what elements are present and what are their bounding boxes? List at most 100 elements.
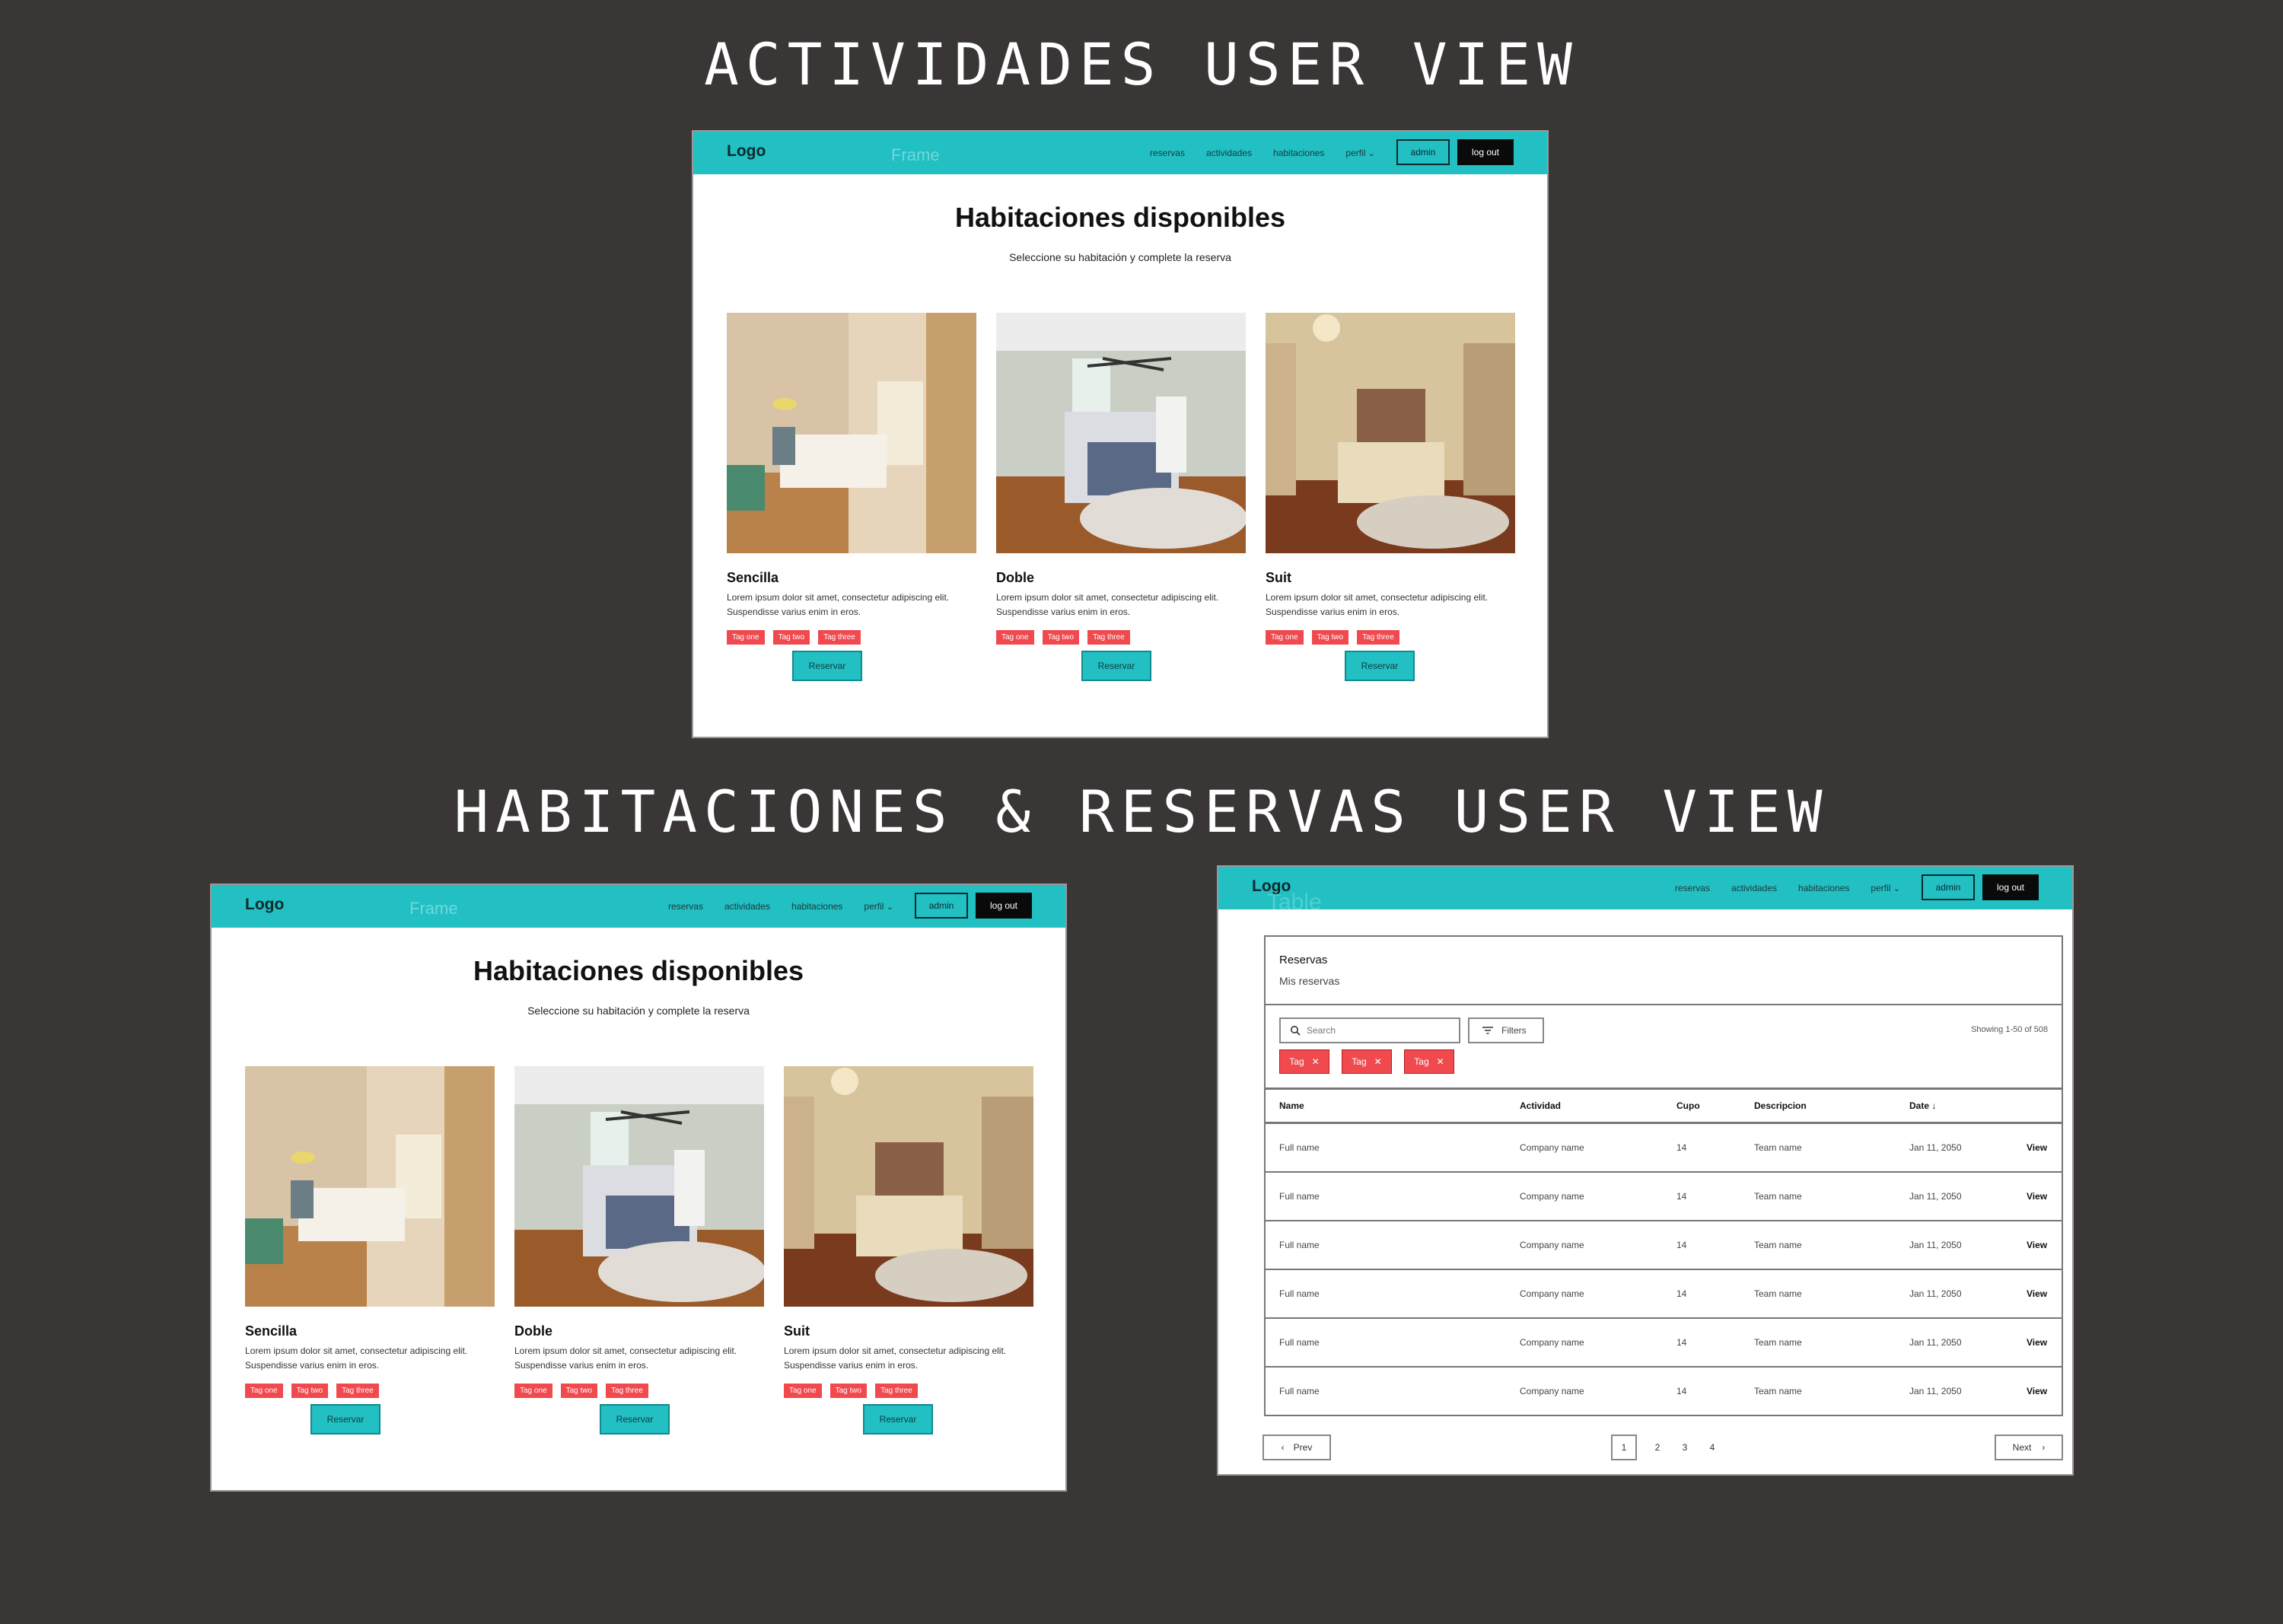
view-link[interactable]: View xyxy=(2027,1288,2047,1299)
room-tags: Tag one Tag two Tag three xyxy=(1266,630,1515,645)
tag: Tag two xyxy=(291,1384,329,1398)
close-icon[interactable]: ✕ xyxy=(1312,1056,1320,1067)
page-1[interactable]: 1 xyxy=(1611,1435,1637,1460)
logout-button[interactable]: log out xyxy=(1457,139,1514,165)
cell-actividad: Company name xyxy=(1520,1288,1584,1299)
room-description-line: Lorem ipsum dolor sit amet, consectetur … xyxy=(245,1345,468,1356)
filters-button[interactable]: Filters xyxy=(1468,1017,1544,1043)
page-2[interactable]: 2 xyxy=(1651,1435,1664,1460)
cell-descripcion: Team name xyxy=(1754,1191,1802,1202)
chevron-left-icon: ‹ xyxy=(1281,1442,1285,1453)
reservar-button[interactable]: Reservar xyxy=(1081,651,1151,681)
close-icon[interactable]: ✕ xyxy=(1437,1056,1444,1067)
close-icon[interactable]: ✕ xyxy=(1374,1056,1382,1067)
admin-button[interactable]: admin xyxy=(1396,139,1450,165)
tag: Tag one xyxy=(245,1384,283,1398)
admin-button[interactable]: admin xyxy=(915,893,968,919)
room-description-line: Lorem ipsum dolor sit amet, consectetur … xyxy=(514,1345,737,1356)
nav-link-actividades[interactable]: actividades xyxy=(1206,148,1252,158)
page-title: Habitaciones disponibles xyxy=(954,202,1286,233)
perfil-label: perfil xyxy=(1345,148,1366,158)
nav-link-perfil[interactable]: perfil ⌄ xyxy=(1871,883,1900,893)
nav-link-perfil[interactable]: perfil ⌄ xyxy=(1345,148,1375,158)
cell-date: Jan 11, 2050 xyxy=(1909,1191,1962,1202)
reservar-button[interactable]: Reservar xyxy=(792,651,862,681)
nav-link-habitaciones[interactable]: habitaciones xyxy=(1273,148,1324,158)
perfil-label: perfil xyxy=(864,901,884,912)
room-description-line: Lorem ipsum dolor sit amet, consectetur … xyxy=(1266,592,1489,603)
cell-descripcion: Team name xyxy=(1754,1386,1802,1396)
room-description-line: Suspendisse varius enim in eros. xyxy=(1266,607,1400,617)
view-link[interactable]: View xyxy=(2027,1191,2047,1202)
prev-label: Prev xyxy=(1293,1442,1313,1453)
room-card-doble: Doble Lorem ipsum dolor sit amet, consec… xyxy=(996,313,1246,645)
table-title: Reservas xyxy=(1279,954,1328,966)
date-header-label: Date xyxy=(1909,1100,1930,1111)
cell-descripcion: Team name xyxy=(1754,1240,1802,1250)
filter-chip[interactable]: Tag ✕ xyxy=(1342,1049,1392,1074)
cell-date: Jan 11, 2050 xyxy=(1909,1337,1962,1348)
table-row: Full name Company name 14 Team name Jan 11, … xyxy=(1266,1173,2062,1221)
view-link[interactable]: View xyxy=(2027,1337,2047,1348)
column-header-descripcion[interactable]: Descripcion xyxy=(1754,1100,1807,1111)
table-header: Name Actividad Cupo Descripcion Date ↓ xyxy=(1266,1087,2062,1124)
nav-link-perfil[interactable]: perfil ⌄ xyxy=(864,901,893,912)
table-row: Full name Company name 14 Team name Jan 11, … xyxy=(1266,1221,2062,1270)
search-icon xyxy=(1291,1026,1301,1036)
reservas-table-card: Reservas Mis reservas Search Filters Sho… xyxy=(1264,935,2063,1416)
room-tags: Tag one Tag two Tag three xyxy=(727,630,976,645)
filter-icon xyxy=(1482,1027,1493,1034)
page-subtitle: Seleccione su habitación y complete la r… xyxy=(1009,251,1231,263)
logo[interactable]: Logo xyxy=(727,142,766,161)
page-3[interactable]: 3 xyxy=(1678,1435,1692,1460)
cell-name: Full name xyxy=(1279,1240,1320,1250)
navbar: Logo Frame reservas actividades habitaci… xyxy=(212,885,1065,928)
cell-name: Full name xyxy=(1279,1142,1320,1153)
logout-button[interactable]: log out xyxy=(1982,874,2039,900)
next-button[interactable]: Next › xyxy=(1995,1435,2063,1460)
chip-label: Tag xyxy=(1414,1056,1429,1067)
room-description-line: Suspendisse varius enim in eros. xyxy=(245,1360,380,1371)
nav-link-actividades[interactable]: actividades xyxy=(1731,883,1777,893)
nav-link-reservas[interactable]: reservas xyxy=(668,901,703,912)
view-link[interactable]: View xyxy=(2027,1386,2047,1396)
room-description-line: Suspendisse varius enim in eros. xyxy=(784,1360,919,1371)
reservar-button[interactable]: Reservar xyxy=(863,1404,933,1435)
filter-chip[interactable]: Tag ✕ xyxy=(1404,1049,1454,1074)
nav-link-actividades[interactable]: actividades xyxy=(724,901,770,912)
cell-cupo: 14 xyxy=(1676,1240,1687,1250)
column-header-cupo[interactable]: Cupo xyxy=(1676,1100,1700,1111)
table-row: Full name Company name 14 Team name Jan 11, … xyxy=(1266,1270,2062,1319)
column-header-actividad[interactable]: Actividad xyxy=(1520,1100,1561,1111)
reservar-button[interactable]: Reservar xyxy=(310,1404,380,1435)
room-description: Lorem ipsum dolor sit amet, consectetur … xyxy=(784,1344,1033,1373)
room-description: Lorem ipsum dolor sit amet, consectetur … xyxy=(727,591,976,619)
cell-date: Jan 11, 2050 xyxy=(1909,1386,1962,1396)
logout-button[interactable]: log out xyxy=(976,893,1032,919)
filter-chip[interactable]: Tag ✕ xyxy=(1279,1049,1329,1074)
logo[interactable]: Logo xyxy=(245,896,284,914)
cell-cupo: 14 xyxy=(1676,1142,1687,1153)
room-card-suit: Suit Lorem ipsum dolor sit amet, consect… xyxy=(784,1066,1033,1398)
nav-link-reservas[interactable]: reservas xyxy=(1150,148,1185,158)
search-input[interactable]: Search xyxy=(1279,1017,1460,1043)
nav-link-reservas[interactable]: reservas xyxy=(1675,883,1710,893)
prev-button[interactable]: ‹ Prev xyxy=(1262,1435,1331,1460)
page-4[interactable]: 4 xyxy=(1705,1435,1719,1460)
column-header-date[interactable]: Date ↓ xyxy=(1909,1100,1936,1111)
nav-link-habitaciones[interactable]: habitaciones xyxy=(1798,883,1849,893)
reservar-button[interactable]: Reservar xyxy=(1345,651,1415,681)
column-header-name[interactable]: Name xyxy=(1279,1100,1304,1111)
reservar-button[interactable]: Reservar xyxy=(600,1404,670,1435)
frame-ghost-label: Frame xyxy=(891,145,940,164)
view-link[interactable]: View xyxy=(2027,1240,2047,1250)
navbar: Logo Frame reservas actividades habitaci… xyxy=(693,132,1547,174)
cell-actividad: Company name xyxy=(1520,1191,1584,1202)
view-link[interactable]: View xyxy=(2027,1142,2047,1153)
room-description-line: Suspendisse varius enim in eros. xyxy=(514,1360,649,1371)
room-photo-suit xyxy=(784,1066,1033,1307)
admin-button[interactable]: admin xyxy=(1922,874,1975,900)
chip-label: Tag xyxy=(1352,1056,1367,1067)
nav-link-habitaciones[interactable]: habitaciones xyxy=(791,901,842,912)
cell-date: Jan 11, 2050 xyxy=(1909,1142,1962,1153)
